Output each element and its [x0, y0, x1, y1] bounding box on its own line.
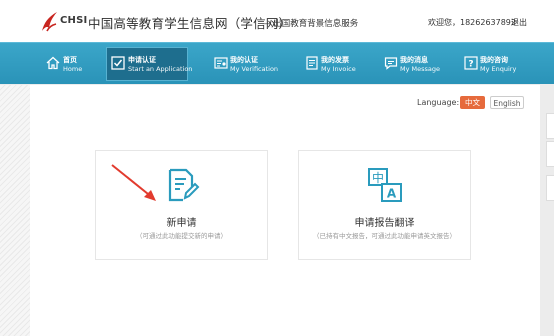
- nav-label: 我的发票: [321, 56, 349, 64]
- nav-sublabel: My Verification: [230, 65, 279, 73]
- language-chinese-button[interactable]: 中文: [460, 96, 485, 109]
- home-icon: [46, 56, 60, 70]
- site-title: 中国高等教育学生信息网（学信网）: [88, 16, 292, 31]
- site-subtitle: — 出国教育背景信息服务: [262, 19, 359, 29]
- nav-sublabel: My Enquiry: [480, 65, 517, 73]
- card-description: （可通过此功能提交新的申请）: [136, 232, 227, 240]
- invoice-icon: [306, 56, 318, 70]
- nav-item-my-verification[interactable]: 我的认证 My Verification: [212, 47, 282, 81]
- side-float-tab[interactable]: [546, 113, 554, 139]
- side-float-tab[interactable]: [546, 141, 554, 167]
- nav-label: 首页: [63, 56, 77, 64]
- main-nav: 首页 Home 申请认证 Start an Application 我的认证 M…: [0, 42, 554, 84]
- logo-icon[interactable]: [38, 9, 60, 33]
- checkbox-icon: [111, 56, 125, 70]
- nav-label: 我的咨询: [480, 56, 508, 64]
- nav-item-home[interactable]: 首页 Home: [44, 47, 88, 81]
- nav-item-my-invoice[interactable]: 我的发票 My Invoice: [303, 47, 363, 81]
- welcome-text: 欢迎您，18262637892: [428, 18, 516, 27]
- nav-sublabel: Start an Application: [128, 65, 193, 73]
- left-pattern: [0, 85, 30, 336]
- nav-sublabel: Home: [63, 65, 83, 73]
- card-title: 申请报告翻译: [354, 218, 415, 229]
- nav-label: 我的认证: [230, 56, 258, 64]
- nav-item-start-application[interactable]: 申请认证 Start an Application: [106, 47, 192, 81]
- nav-label: 申请认证: [128, 56, 156, 64]
- edit-document-icon: [168, 168, 200, 202]
- message-icon: [384, 57, 398, 70]
- certificate-icon: [214, 57, 228, 69]
- translate-icon: 中 A: [368, 168, 402, 202]
- red-arrow-annotation: [111, 164, 156, 201]
- svg-text:?: ?: [468, 60, 473, 70]
- nav-sublabel: My Message: [400, 65, 441, 73]
- report-translation-card[interactable]: 中 A 申请报告翻译 （已持有中文报告，可通过此功能申请英文报告）: [298, 150, 471, 260]
- question-icon: ?: [464, 56, 478, 70]
- logo-text: CHSI: [60, 15, 88, 26]
- nav-item-my-message[interactable]: 我的消息 My Message: [382, 47, 442, 81]
- svg-text:A: A: [387, 187, 397, 201]
- nav-sublabel: My Invoice: [321, 65, 356, 73]
- card-title: 新申请: [166, 218, 197, 229]
- svg-text:中: 中: [372, 170, 384, 185]
- nav-label: 我的消息: [400, 56, 428, 64]
- nav-item-my-enquiry[interactable]: ? 我的咨询 My Enquiry: [462, 47, 528, 81]
- language-english-button[interactable]: English: [490, 96, 524, 109]
- side-float-tab[interactable]: [546, 175, 554, 201]
- site-header: CHSI 中国高等教育学生信息网（学信网） — 出国教育背景信息服务 欢迎您，1…: [0, 0, 554, 42]
- logout-link[interactable]: 退出: [511, 17, 527, 28]
- language-label: Language:: [417, 98, 460, 107]
- card-description: （已持有中文报告，可通过此功能申请英文报告）: [313, 232, 456, 240]
